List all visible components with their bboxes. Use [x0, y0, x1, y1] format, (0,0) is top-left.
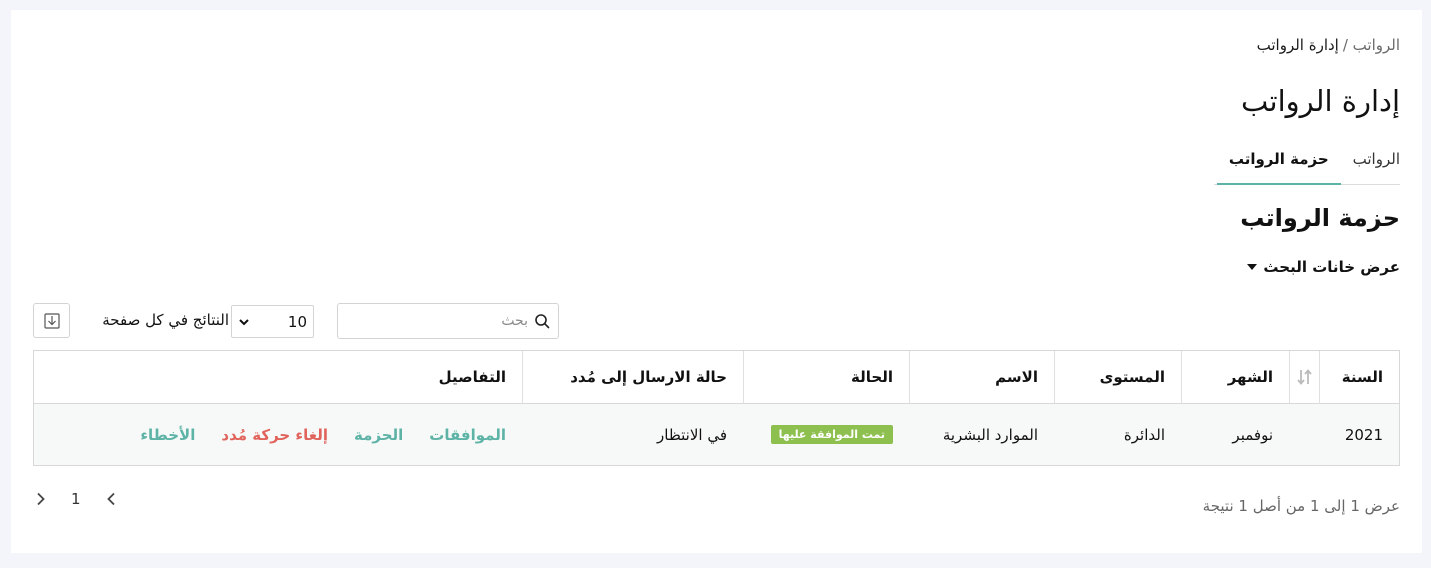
chevron-right-icon[interactable] — [33, 492, 47, 506]
errors-link[interactable]: الأخطاء — [140, 426, 195, 444]
column-header-year[interactable]: السنة — [1289, 350, 1399, 404]
salary-package-table: السنة الشهر المستوى الاسم الحالة حالة ال… — [33, 350, 1400, 466]
page-title: إدارة الرواتب — [1241, 84, 1400, 118]
column-header-year-label: السنة — [1341, 368, 1383, 386]
main-card: الرواتب / إدارة الرواتب إدارة الرواتب ال… — [11, 10, 1422, 553]
pagination: 1 — [33, 490, 119, 508]
row-actions: الموافقات الحزمة إلغاء حركة مُدد الأخطاء — [140, 426, 506, 444]
column-header-level[interactable]: المستوى — [1054, 351, 1181, 403]
cell-send-status: في الانتظار — [657, 425, 727, 444]
per-page-label: النتائج في كل صفحة — [102, 311, 229, 329]
search-box — [337, 303, 559, 339]
column-header-status[interactable]: الحالة — [743, 351, 909, 403]
results-summary: عرض 1 إلى 1 من أصل 1 نتيجة — [1202, 497, 1400, 515]
breadcrumb-current: إدارة الرواتب — [1256, 36, 1339, 54]
per-page-select[interactable]: 10 — [231, 305, 314, 338]
approvals-link[interactable]: الموافقات — [429, 426, 506, 444]
search-icon — [535, 314, 550, 329]
cell-details: الموافقات الحزمة إلغاء حركة مُدد الأخطاء — [34, 404, 522, 465]
column-header-month[interactable]: الشهر — [1181, 351, 1289, 403]
search-fields-toggle[interactable]: عرض خانات البحث — [1247, 258, 1400, 276]
column-header-name[interactable]: الاسم — [909, 351, 1054, 403]
download-icon — [43, 312, 60, 329]
breadcrumb: الرواتب / إدارة الرواتب — [1257, 36, 1400, 54]
cell-month: نوفمبر — [1232, 425, 1273, 444]
export-button[interactable] — [33, 303, 70, 338]
sort-icon[interactable] — [1290, 350, 1320, 404]
cell-year: 2021 — [1344, 425, 1383, 444]
breadcrumb-parent[interactable]: الرواتب / — [1343, 36, 1400, 54]
column-header-send-status[interactable]: حالة الارسال إلى مُدد — [522, 351, 743, 403]
chevron-left-icon[interactable] — [105, 492, 119, 506]
caret-down-icon — [1247, 264, 1258, 270]
cell-level: الدائرة — [1123, 425, 1165, 444]
column-header-details: التفاصيل — [438, 368, 506, 386]
search-fields-toggle-label: عرض خانات البحث — [1263, 258, 1400, 276]
package-link[interactable]: الحزمة — [354, 426, 403, 444]
per-page-value: 10 — [287, 312, 307, 331]
tab-salary-package[interactable]: حزمة الرواتب — [1216, 142, 1341, 185]
status-badge: تمت الموافقة عليها — [770, 425, 893, 444]
tabs: الرواتب حزمة الرواتب — [1214, 142, 1400, 185]
cell-status: تمت الموافقة عليها — [743, 404, 909, 465]
section-title: حزمة الرواتب — [1240, 204, 1400, 232]
chevron-down-icon — [239, 318, 249, 325]
table-header: السنة الشهر المستوى الاسم الحالة حالة ال… — [34, 350, 1399, 404]
cancel-mudad-link[interactable]: إلغاء حركة مُدد — [221, 426, 328, 444]
search-input[interactable] — [358, 313, 528, 329]
page-number[interactable]: 1 — [71, 490, 81, 508]
tab-salaries[interactable]: الرواتب — [1341, 142, 1400, 185]
cell-name: الموارد البشرية — [942, 425, 1038, 444]
table-row: 2021 نوفمبر الدائرة الموارد البشرية تمت … — [34, 404, 1399, 465]
